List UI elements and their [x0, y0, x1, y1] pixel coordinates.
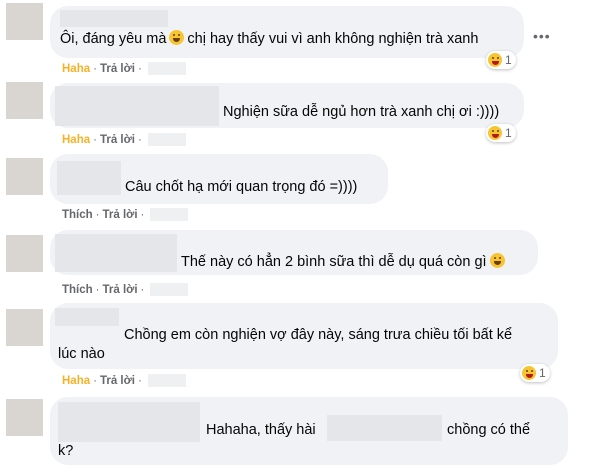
comment-actions: Haha · Trả lời ·: [62, 374, 186, 387]
separator: ·: [93, 374, 97, 387]
redacted-timestamp: [147, 62, 186, 75]
redacted-timestamp: [150, 208, 189, 221]
avatar[interactable]: [6, 3, 43, 40]
comment-text-line2: lúc nào: [58, 346, 105, 362]
separator: ·: [93, 62, 97, 75]
reply-button[interactable]: Trả lời: [100, 63, 135, 75]
reaction-count[interactable]: 1: [520, 364, 550, 382]
comment-text: Chồng em còn nghiện vợ đây này, sáng trư…: [124, 327, 513, 343]
comment-text: Thế này có hẳn 2 bình sữa thì dễ dụ quá …: [181, 253, 508, 272]
separator: ·: [138, 62, 142, 75]
like-button[interactable]: Thích: [62, 284, 93, 296]
reaction-button[interactable]: Haha: [62, 134, 90, 146]
comment-text-part: chị hay thấy vui vì anh không nghiện trà…: [187, 31, 479, 47]
smile-emoji-icon: [169, 30, 185, 45]
separator: ·: [93, 133, 97, 146]
comment-text: Ôi, đáng yêu mà chị hay thấy vui vì anh k…: [60, 30, 478, 49]
comment-actions: Haha · Trả lời ·: [62, 133, 186, 146]
haha-reaction-icon: [488, 53, 502, 67]
redacted-name: [55, 86, 219, 126]
comment-text: chồng có thể: [447, 422, 531, 438]
comment-text-part: Ôi, đáng yêu mà: [60, 31, 167, 47]
separator: ·: [95, 283, 100, 296]
redacted-timestamp: [147, 133, 186, 146]
reaction-count[interactable]: 1: [486, 124, 516, 142]
redacted-timestamp: [147, 374, 186, 387]
reply-button[interactable]: Trả lời: [100, 375, 135, 387]
reply-button[interactable]: Trả lời: [103, 209, 138, 221]
haha-reaction-icon: [488, 126, 502, 140]
redacted-name: [55, 234, 177, 272]
reply-button[interactable]: Trả lời: [103, 284, 138, 296]
separator: ·: [140, 208, 145, 221]
redacted-name: [55, 308, 119, 326]
redacted-name: [58, 402, 200, 442]
separator: ·: [138, 374, 142, 387]
reaction-number: 1: [505, 53, 512, 67]
reaction-button[interactable]: Haha: [62, 63, 90, 75]
reaction-count[interactable]: 1: [486, 51, 516, 69]
comment-actions: Haha · Trả lời ·: [62, 62, 186, 75]
reaction-button[interactable]: Haha: [62, 375, 90, 387]
comment-text-line2: k?: [58, 443, 74, 459]
reply-button[interactable]: Trả lời: [100, 134, 135, 146]
reaction-number: 1: [539, 366, 546, 380]
avatar[interactable]: [6, 235, 43, 272]
comment-text: Hahaha, thấy hài: [206, 422, 316, 438]
separator: ·: [140, 283, 145, 296]
avatar[interactable]: [6, 399, 43, 436]
avatar[interactable]: [6, 158, 43, 195]
redacted-name: [60, 10, 168, 27]
separator: ·: [95, 208, 100, 221]
avatar[interactable]: [6, 82, 43, 119]
comment-text-part: Thế này có hẳn 2 bình sữa thì dễ dụ quá …: [181, 254, 487, 270]
comment-text: Nghiện sữa dễ ngủ hơn trà xanh chị ơi :)…: [223, 104, 500, 120]
haha-reaction-icon: [522, 366, 536, 380]
comment-text: Câu chốt hạ mới quan trọng đó =)))): [125, 179, 358, 195]
redacted-mention: [327, 415, 442, 441]
separator: ·: [138, 133, 142, 146]
smile-emoji-icon: [489, 253, 505, 268]
redacted-name: [57, 161, 121, 195]
like-button[interactable]: Thích: [62, 209, 93, 221]
avatar[interactable]: [6, 309, 43, 346]
comment-actions: Thích · Trả lời ·: [62, 208, 189, 221]
comment-actions: Thích · Trả lời ·: [62, 283, 189, 296]
redacted-timestamp: [150, 283, 189, 296]
ellipsis-icon[interactable]: •••: [533, 28, 551, 44]
reaction-number: 1: [505, 126, 512, 140]
